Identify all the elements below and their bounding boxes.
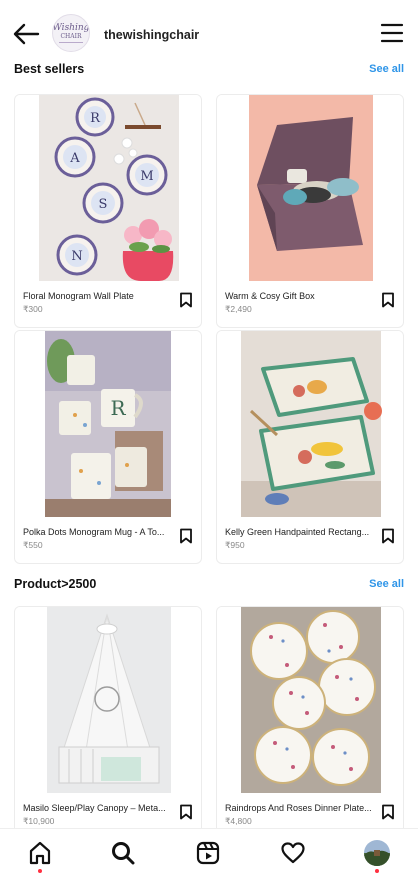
logo-subtext: CHAIR xyxy=(60,32,82,40)
bookmark-icon[interactable] xyxy=(179,528,193,544)
svg-text:M: M xyxy=(140,169,153,184)
product-price: ₹2,490 xyxy=(225,304,252,314)
product-name[interactable]: Polka Dots Monogram Mug - A To... xyxy=(23,527,178,537)
bookmark-icon[interactable] xyxy=(381,804,395,820)
product-price: ₹10,900 xyxy=(23,816,55,826)
product-name[interactable]: Floral Monogram Wall Plate xyxy=(23,291,178,301)
home-active-dot xyxy=(38,869,42,873)
svg-text:N: N xyxy=(71,249,82,264)
logo-divider xyxy=(59,41,83,43)
bookmark-icon[interactable] xyxy=(381,292,395,308)
product-image[interactable] xyxy=(217,95,403,281)
product-card[interactable]: Kelly Green Handpainted Rectang... ₹950 xyxy=(216,330,404,564)
product-card[interactable]: R Polka Dots Monogram Mug - A To... ₹550 xyxy=(14,330,202,564)
bookmark-icon[interactable] xyxy=(179,292,193,308)
search-icon[interactable] xyxy=(109,839,137,867)
product-image[interactable]: R xyxy=(15,331,201,517)
wall-plate-s: S xyxy=(82,182,124,224)
product-info: Warm & Cosy Gift Box ₹2,490 xyxy=(217,281,403,327)
product-name[interactable]: Masilo Sleep/Play Canopy – Meta... xyxy=(23,803,178,813)
svg-text:R: R xyxy=(110,396,126,420)
product-name[interactable]: Kelly Green Handpainted Rectang... xyxy=(225,527,380,537)
hamburger-icon[interactable] xyxy=(380,23,404,43)
product-price: ₹300 xyxy=(23,304,43,314)
bookmark-icon[interactable] xyxy=(179,804,193,820)
product-image[interactable] xyxy=(217,331,403,517)
profile-avatar[interactable] xyxy=(363,839,391,867)
reels-icon[interactable] xyxy=(194,839,222,867)
wall-plate-a: A xyxy=(54,136,96,178)
svg-text:A: A xyxy=(69,151,80,166)
product-card[interactable]: R A M S N Floral Monogram Wall Plate ₹30… xyxy=(14,94,202,328)
bottom-nav xyxy=(0,828,418,877)
product-card[interactable]: Masilo Sleep/Play Canopy – Meta... ₹10,9… xyxy=(14,606,202,840)
logo-text: Wishing xyxy=(52,22,90,33)
product-price: ₹550 xyxy=(23,540,43,550)
product-info: Polka Dots Monogram Mug - A To... ₹550 xyxy=(15,517,201,563)
bookmark-icon[interactable] xyxy=(381,528,395,544)
product-image[interactable]: R A M S N xyxy=(15,95,201,281)
see-all-best-sellers-link[interactable]: See all xyxy=(369,63,404,75)
product-info: Floral Monogram Wall Plate ₹300 xyxy=(15,281,201,327)
product-info: Kelly Green Handpainted Rectang... ₹950 xyxy=(217,517,403,563)
product-image[interactable] xyxy=(15,607,201,793)
shop-logo[interactable]: Wishing CHAIR xyxy=(52,14,90,52)
svg-text:S: S xyxy=(99,197,108,212)
arrow-left-icon[interactable] xyxy=(12,22,40,46)
home-icon[interactable] xyxy=(26,839,54,867)
svg-text:R: R xyxy=(90,111,101,126)
wall-plate-r: R xyxy=(75,97,115,137)
product-name[interactable]: Raindrops And Roses Dinner Plate... xyxy=(225,803,380,813)
top-bar: Wishing CHAIR thewishingchair xyxy=(0,0,418,58)
profile-notification-dot xyxy=(375,869,379,873)
shop-name[interactable]: thewishingchair xyxy=(104,28,199,42)
avatar xyxy=(364,840,390,866)
product-price: ₹950 xyxy=(225,540,245,550)
product-image[interactable] xyxy=(217,607,403,793)
heart-icon[interactable] xyxy=(279,839,307,867)
product-name[interactable]: Warm & Cosy Gift Box xyxy=(225,291,380,301)
wall-plate-n: N xyxy=(56,234,98,276)
wall-plate-m: M xyxy=(126,154,168,196)
product-card[interactable]: Warm & Cosy Gift Box ₹2,490 xyxy=(216,94,404,328)
see-all-product-2500-link[interactable]: See all xyxy=(369,578,404,590)
section-title-best-sellers: Best sellers xyxy=(14,62,85,76)
product-card[interactable]: Raindrops And Roses Dinner Plate... ₹4,8… xyxy=(216,606,404,840)
section-title-product-2500: Product>2500 xyxy=(14,577,97,591)
product-price: ₹4,800 xyxy=(225,816,252,826)
